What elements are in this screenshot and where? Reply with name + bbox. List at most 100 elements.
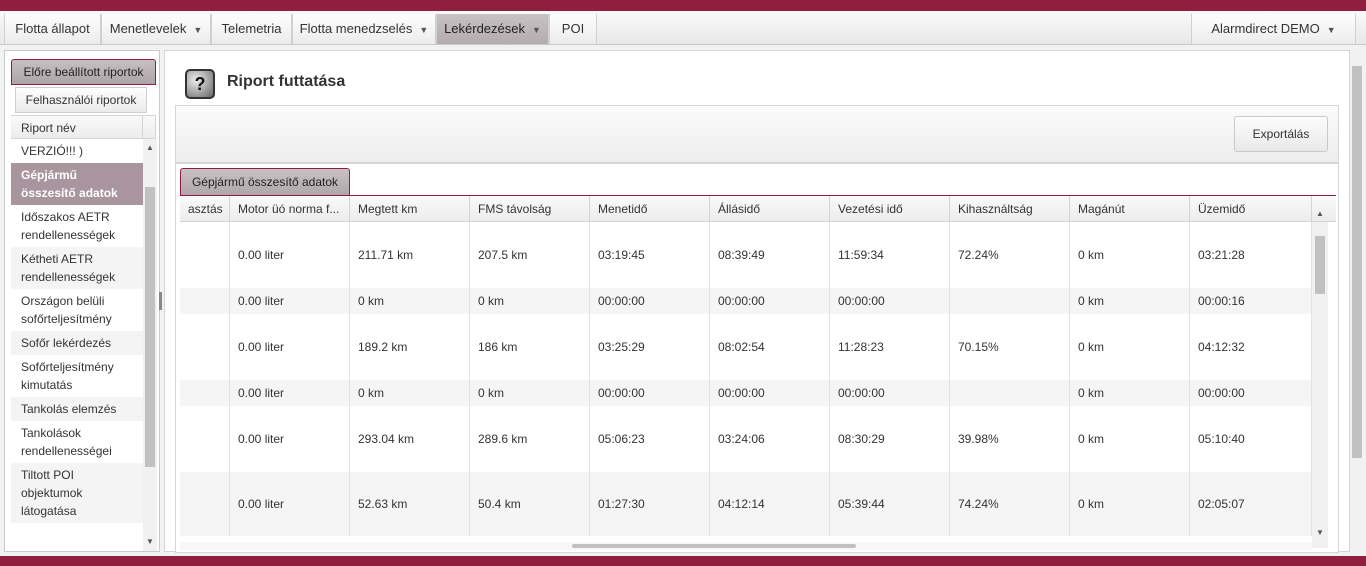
chevron-down-icon: ▼: [419, 25, 429, 35]
table-cell: 00:00:00: [830, 288, 950, 314]
nav-item-label: Flotta állapot: [15, 21, 90, 36]
table-cell: 74.24%: [950, 472, 1070, 536]
tab-vehicle-summary[interactable]: Gépjármű összesítő adatok: [180, 168, 350, 196]
table-cell: 08:02:54: [710, 314, 830, 380]
table-row[interactable]: 0.00 liter 189.2 km 186 km 03:25:29 08:02:54…: [180, 314, 1312, 380]
table-cell: 00:00:00: [590, 288, 710, 314]
table-cell: 0 km: [350, 288, 470, 314]
report-name-column-header[interactable]: Riport név: [11, 115, 156, 140]
nav-item-label: Telemetria: [221, 21, 282, 36]
list-item[interactable]: Kétheti AETR rendellenességek: [11, 247, 143, 289]
table-cell: 70.15%: [950, 314, 1070, 380]
sidebar-scrollbar[interactable]: ▲ ▼: [143, 139, 157, 551]
table-cell: 0.00 liter: [230, 288, 350, 314]
panel-splitter-handle[interactable]: [159, 292, 162, 310]
table-cell: 05:06:23: [590, 406, 710, 472]
list-item[interactable]: Időszakos AETR rendellenességek: [11, 205, 143, 247]
table-cell: 0 km: [350, 380, 470, 406]
nav-item-label: Menetlevelek: [109, 21, 187, 36]
nav-item-2[interactable]: Telemetria: [211, 14, 292, 44]
table-cell: 00:00:00: [590, 380, 710, 406]
table-cell: [180, 288, 230, 314]
table-row[interactable]: 0.00 liter 52.63 km 50.4 km 01:27:30 04:12:1…: [180, 472, 1312, 536]
table-cell: 0 km: [470, 288, 590, 314]
column-header[interactable]: Állásidő: [710, 196, 830, 221]
tab-user-reports[interactable]: Felhasználói riportok: [15, 87, 147, 113]
table-cell: 11:59:34: [830, 222, 950, 288]
table-cell: 0 km: [1070, 406, 1190, 472]
table-cell: 04:12:32: [1190, 314, 1312, 380]
sidebar-scroll-thumb[interactable]: [145, 187, 155, 467]
grid-scroll-thumb[interactable]: [1315, 236, 1325, 294]
report-toolbar: Exportálás: [175, 105, 1339, 163]
nav-item-1[interactable]: Menetlevelek ▼: [101, 14, 211, 44]
grid-body: 0.00 liter 211.71 km 207.5 km 03:19:45 08:39…: [180, 222, 1312, 542]
column-header[interactable]: Megtett km: [350, 196, 470, 221]
table-cell: 186 km: [470, 314, 590, 380]
nav-item-label: POI: [561, 21, 585, 36]
column-header[interactable]: Menetidő: [590, 196, 710, 221]
table-cell: 03:21:28: [1190, 222, 1312, 288]
table-cell: 11:28:23: [830, 314, 950, 380]
table-row[interactable]: 0.00 liter 0 km 0 km 00:00:00 00:00:00 00:00:…: [180, 380, 1312, 406]
chevron-down-icon: ▼: [1326, 25, 1336, 35]
column-header[interactable]: Vezetési idő: [830, 196, 950, 221]
list-item[interactable]: Tankolások rendellenességei: [11, 421, 143, 463]
table-cell: 0 km: [1070, 288, 1190, 314]
column-header[interactable]: Motor üó norma f...: [230, 196, 350, 221]
account-label: Alarmdirect DEMO: [1211, 21, 1320, 36]
table-cell: 0 km: [1070, 222, 1190, 288]
table-cell: [180, 472, 230, 536]
column-header[interactable]: Magánút: [1070, 196, 1190, 221]
nav-item-label: Flotta menedzselés: [299, 21, 413, 36]
tab-preset-reports[interactable]: Előre beállított riportok: [11, 59, 156, 85]
list-item[interactable]: VERZIÓ!!! ): [11, 139, 143, 163]
page-scrollbar[interactable]: [1350, 50, 1364, 552]
report-sidebar: Előre beállított riportok Felhasználói r…: [4, 50, 160, 552]
table-cell: 72.24%: [950, 222, 1070, 288]
nav-item-3[interactable]: Flotta menedzselés ▼: [292, 14, 436, 44]
table-cell: 08:30:29: [830, 406, 950, 472]
list-item[interactable]: Tankolás elemzés: [11, 397, 143, 421]
list-item[interactable]: Sofőrteljesítmény kimutatás: [11, 355, 143, 397]
main-panel: ? Riport futtatása Exportálás Gépjármű ö…: [164, 50, 1350, 553]
account-menu[interactable]: Alarmdirect DEMO ▼: [1191, 14, 1356, 44]
grid-header: asztás Motor üó norma f... Megtett km FMS t…: [180, 196, 1336, 222]
page-title: Riport futtatása: [227, 73, 346, 90]
page-scroll-thumb[interactable]: [1352, 66, 1362, 458]
list-item[interactable]: Országon belüli sofőrteljesítmény: [11, 289, 143, 331]
table-cell: 207.5 km: [470, 222, 590, 288]
nav-item-4[interactable]: Lekérdezések ▼: [436, 14, 549, 44]
grid-horizontal-scrollbar[interactable]: [180, 542, 1312, 550]
table-cell: [180, 380, 230, 406]
column-header[interactable]: Üzemidő: [1190, 196, 1312, 221]
column-header[interactable]: FMS távolság: [470, 196, 590, 221]
bottom-brand-strip: [0, 556, 1366, 566]
table-row[interactable]: 0.00 liter 211.71 km 207.5 km 03:19:45 08:39…: [180, 222, 1312, 288]
report-list: VERZIÓ!!! ) Gépjármű összesítő adatok Idős…: [11, 139, 143, 551]
table-cell: [950, 380, 1070, 406]
table-cell: 289.6 km: [470, 406, 590, 472]
list-item[interactable]: Tiltott POI objektumok látogatása: [11, 463, 143, 523]
column-header[interactable]: asztás: [180, 196, 230, 221]
nav-item-5[interactable]: POI: [549, 14, 597, 44]
table-cell: 03:25:29: [590, 314, 710, 380]
export-button[interactable]: Exportálás: [1234, 116, 1328, 152]
column-header[interactable]: Kihasználtság: [950, 196, 1070, 221]
scroll-up-icon[interactable]: ▲: [1313, 209, 1327, 218]
grid-vertical-scrollbar[interactable]: ▲ ▼: [1312, 209, 1328, 548]
table-row[interactable]: 0.00 liter 0 km 0 km 00:00:00 00:00:00 00:00:…: [180, 288, 1312, 314]
nav-item-0[interactable]: Flotta állapot: [4, 14, 101, 44]
report-name-header-label: Riport név: [21, 121, 76, 135]
table-row[interactable]: 0.00 liter 293.04 km 289.6 km 05:06:23 03:24…: [180, 406, 1312, 472]
scroll-down-icon[interactable]: ▼: [1313, 528, 1327, 537]
scroll-up-icon[interactable]: ▲: [143, 143, 157, 152]
scroll-down-icon[interactable]: ▼: [143, 537, 157, 546]
report-content: Gépjármű összesítő adatok asztás Motor üó…: [175, 163, 1339, 553]
grid-hscroll-thumb[interactable]: [572, 544, 856, 548]
list-item[interactable]: Sofőr lekérdezés: [11, 331, 143, 355]
list-item[interactable]: Gépjármű összesítő adatok: [11, 163, 143, 205]
table-cell: 0.00 liter: [230, 380, 350, 406]
table-cell: 0.00 liter: [230, 472, 350, 536]
table-cell: 0 km: [1070, 380, 1190, 406]
